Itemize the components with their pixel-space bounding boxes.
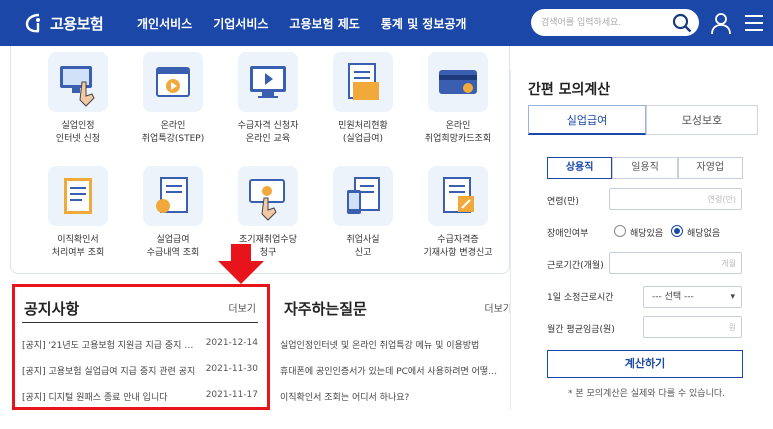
disability-label: 장애인여부 [547, 229, 589, 239]
service-label: 수급자격 신청자 온라인 교육 [237, 121, 299, 144]
notice-item-title: [공지] '21년도 고용보험 지원금 지급 중지 … [22, 341, 194, 351]
service-label: 온라인 취업희망카드조회 [424, 121, 492, 144]
service-label: 이직확인서 처리여부 조회 [51, 235, 105, 258]
money-doc-icon [143, 166, 203, 226]
video-monitor-icon [238, 52, 298, 112]
service-benefit-history[interactable]: 실업급여 수급내역 조회 [128, 166, 218, 260]
age-label: 연령(만) [547, 197, 579, 207]
calculator-note: * 본 모의계산은 실제와 다를 수 있습니다. [568, 389, 726, 399]
chevron-down-icon: ▾ [730, 292, 735, 302]
calculator-title: 간편 모의계산 [528, 82, 611, 98]
employment-type-segment: 상용직 일용직 자영업 [547, 157, 743, 179]
notice-item-date: 2021-11-30 [205, 364, 258, 374]
disability-yes-radio[interactable] [614, 225, 626, 237]
disability-yes-label: 해당있음 [630, 229, 664, 239]
service-label: 실업인정 인터넷 신청 [55, 121, 101, 144]
faq-title: 자주하는질문 [284, 300, 367, 318]
search-icon[interactable] [671, 12, 693, 34]
down-arrow-icon [218, 244, 264, 284]
service-online-lecture[interactable]: 온라인 취업특강(STEP) [128, 52, 218, 146]
wage-label: 월간 평균임금(원) [547, 325, 615, 335]
form-doc-icon [48, 166, 108, 226]
service-label: 온라인 취업특강(STEP) [141, 121, 205, 144]
online-lecture-icon [143, 52, 203, 112]
notice-title: 공지사항 [24, 300, 80, 318]
hamburger-menu-icon[interactable] [743, 13, 765, 33]
top-header: 고용보험 개인서비스 기업서비스 고용보험 제도 통계 및 정보공개 [0, 0, 773, 46]
period-label: 근로기간(개월) [547, 261, 604, 271]
edit-doc-icon [428, 166, 488, 226]
service-label: 실업급여 수급내역 조회 [146, 235, 200, 258]
service-label: 취업사실 신고 [346, 235, 380, 258]
card-icon [428, 52, 488, 112]
age-input[interactable] [609, 188, 742, 210]
list-item[interactable]: 이직확인서 조회는 어디서 하나요? [280, 390, 409, 403]
service-separation-check[interactable]: 이직확인서 처리여부 조회 [33, 166, 123, 260]
notice-item-title: [공지] 고용보험 실업급여 지급 중지 관련 공지 [22, 367, 196, 377]
calculate-button[interactable]: 계산하기 [547, 350, 743, 378]
nav-statistics[interactable]: 통계 및 정보공개 [381, 15, 467, 32]
document-folder-icon [333, 52, 393, 112]
hours-label: 1일 소정근로시간 [547, 293, 614, 303]
list-item[interactable]: 실업인정인터넷 및 온라인 취업특강 메뉴 및 이용방법 [280, 338, 479, 351]
segment-regular[interactable]: 상용직 [547, 157, 613, 179]
disability-no-radio[interactable] [671, 225, 683, 237]
report-phone-icon [333, 166, 393, 226]
logo[interactable]: 고용보험 [22, 11, 104, 35]
quick-calculator: 간편 모의계산 실업급여 모성보호 상용직 일용직 자영업 연령(만) 장애인여… [510, 70, 773, 410]
notice-item-date: 2021-11-17 [205, 390, 258, 400]
hours-select[interactable]: --- 선택 --- ▾ [643, 286, 742, 308]
nav-insurance-system[interactable]: 고용보험 제도 [289, 15, 359, 32]
nav-personal-services[interactable]: 개인서비스 [137, 15, 192, 32]
service-grid: 실업인정 인터넷 신청 온라인 취업특강(STEP) 수급자격 신청자 온라인 … [10, 46, 510, 274]
nav-company-services[interactable]: 기업서비스 [213, 15, 268, 32]
search-input[interactable] [541, 14, 666, 31]
calculator-tabs: 실업급여 모성보호 [528, 105, 758, 135]
service-certificate-change[interactable]: 수급자격증 기재사항 변경신고 [413, 166, 503, 260]
computer-hand-icon [48, 52, 108, 112]
segment-self-employed[interactable]: 자영업 [677, 157, 743, 179]
notice-more-link[interactable]: 더보기 [228, 300, 256, 315]
main-nav: 개인서비스 기업서비스 고용보험 제도 통계 및 정보공개 [137, 15, 487, 32]
search-box [531, 9, 699, 36]
disability-no-label: 해당없음 [687, 229, 721, 239]
hours-selected-value: --- 선택 --- [652, 292, 694, 302]
service-label: 민원처리현황 (실업급여) [338, 121, 388, 144]
service-civil-status[interactable]: 민원처리현황 (실업급여) [318, 52, 408, 146]
faq-more-link[interactable]: 더보기 [484, 300, 512, 315]
service-job-card[interactable]: 온라인 취업희망카드조회 [413, 52, 503, 146]
notice-item-date: 2021-12-14 [205, 338, 258, 348]
user-icon[interactable] [709, 11, 733, 35]
notice-item-title: [공지] 디지털 원패스 종료 안내 입니다 [22, 393, 168, 403]
tab-unemployment-benefit[interactable]: 실업급여 [528, 105, 646, 135]
logo-text: 고용보험 [50, 14, 104, 33]
faq-section: 자주하는질문 더보기 실업인정인터넷 및 온라인 취업특강 메뉴 및 이용방법 … [280, 286, 512, 410]
service-employment-report[interactable]: 취업사실 신고 [318, 166, 408, 260]
list-item[interactable]: 휴대폰에 공인인증서가 있는데 PC에서 사용하려면 어떻… [280, 364, 497, 377]
service-label: 수급자격증 기재사항 변경신고 [423, 235, 493, 258]
notice-divider [22, 322, 258, 323]
wage-input[interactable] [643, 316, 742, 338]
service-online-education[interactable]: 수급자격 신청자 온라인 교육 [223, 52, 313, 146]
tab-maternity-protection[interactable]: 모성보호 [646, 105, 758, 135]
service-unemployment-recognition[interactable]: 실업인정 인터넷 신청 [33, 52, 123, 146]
card-hand-icon [238, 166, 298, 226]
logo-icon [25, 13, 40, 33]
segment-daily[interactable]: 일용직 [612, 157, 678, 179]
period-input[interactable] [609, 252, 742, 274]
notice-section: 공지사항 더보기 [공지] '21년도 고용보험 지원금 지급 중지 … 202… [14, 286, 268, 410]
